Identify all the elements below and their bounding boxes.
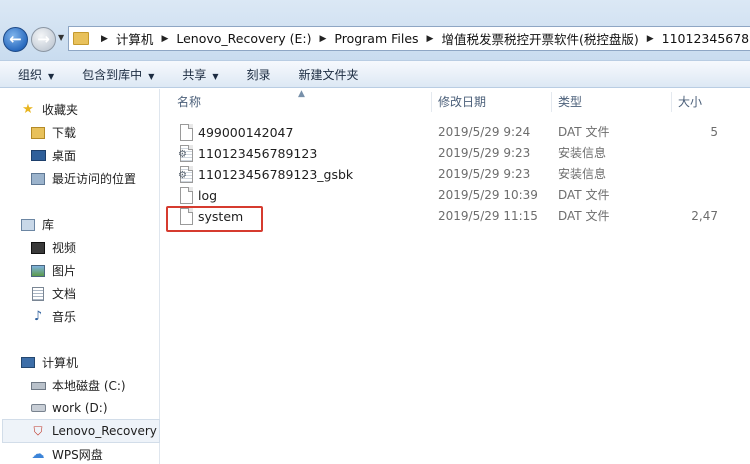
- picture-icon: [30, 263, 46, 279]
- cloud-icon: ☁: [31, 447, 45, 462]
- file-name: 110123456789123_gsbk: [198, 167, 354, 182]
- organize-button[interactable]: 组织 ▼: [18, 66, 54, 83]
- sidebar-item-pictures[interactable]: 图片: [30, 262, 76, 279]
- breadcrumb-current-folder[interactable]: 110123456789123: [662, 31, 750, 46]
- file-size: 2,47: [691, 209, 718, 223]
- document-icon: [30, 286, 46, 302]
- file-type: DAT 文件: [558, 125, 610, 139]
- chevron-right-icon[interactable]: ▶: [647, 34, 654, 44]
- file-size: [678, 164, 718, 185]
- downloads-folder-icon: [30, 125, 46, 141]
- sidebar-item-downloads[interactable]: 下载: [30, 124, 76, 141]
- music-note-icon: ♪: [33, 309, 43, 324]
- caret-down-icon: ▼: [212, 71, 219, 81]
- file-date: 2019/5/29 10:39: [438, 188, 538, 202]
- chevron-right-icon[interactable]: ▶: [161, 34, 168, 44]
- recent-pages-dropdown[interactable]: ▼: [58, 33, 64, 42]
- column-divider[interactable]: [431, 92, 432, 112]
- highlight-annotation-box: [166, 206, 263, 232]
- sidebar-item-videos[interactable]: 视频: [30, 239, 76, 256]
- chevron-right-icon[interactable]: ▶: [319, 34, 326, 44]
- chevron-right-icon[interactable]: ▶: [101, 34, 108, 44]
- libraries-icon: [20, 217, 36, 233]
- forward-button[interactable]: →: [31, 27, 56, 52]
- computer-icon: [20, 355, 36, 371]
- file-row[interactable]: 110123456789123 2019/5/29 9:23 安装信息: [161, 143, 750, 164]
- file-size: 5: [710, 125, 718, 139]
- navigation-pane: ★ 收藏夹 下载 桌面 最近访问的位置 库 视频 图片 文档 ♪ 音乐 计算机 …: [0, 89, 165, 464]
- file-type: DAT 文件: [558, 209, 610, 223]
- file-row[interactable]: log 2019/5/29 10:39 DAT 文件: [161, 185, 750, 206]
- desktop-icon: [30, 148, 46, 164]
- column-header-date[interactable]: 修改日期: [438, 89, 486, 115]
- sidebar-item-favorites[interactable]: ★ 收藏夹: [20, 101, 78, 118]
- file-date: 2019/5/29 9:23: [438, 167, 531, 181]
- recent-places-icon: [30, 171, 46, 187]
- file-size: [678, 143, 718, 164]
- chevron-right-icon[interactable]: ▶: [427, 34, 434, 44]
- column-header-name[interactable]: 名称: [177, 89, 201, 115]
- hard-drive-icon: [30, 400, 46, 416]
- sidebar-item-recent-places[interactable]: 最近访问的位置: [30, 170, 136, 187]
- share-button[interactable]: 共享 ▼: [182, 66, 218, 83]
- sidebar-item-libraries[interactable]: 库: [20, 216, 54, 233]
- file-type: DAT 文件: [558, 188, 610, 202]
- breadcrumb-computer[interactable]: 计算机: [116, 29, 154, 48]
- arrow-right-icon: →: [37, 30, 50, 48]
- sidebar-item-wps-cloud[interactable]: ☁ WPS网盘: [30, 446, 103, 463]
- breadcrumb-tax-software[interactable]: 增值税发票税控开票软件(税控盘版): [441, 29, 638, 48]
- sidebar-item-music[interactable]: ♪ 音乐: [30, 308, 76, 325]
- back-button[interactable]: ←: [3, 27, 28, 52]
- star-icon: ★: [22, 102, 34, 117]
- sidebar-item-drive-e[interactable]: ⛉ Lenovo_Recovery (: [30, 423, 165, 439]
- sidebar-item-drive-c[interactable]: 本地磁盘 (C:): [30, 377, 126, 394]
- sidebar-item-desktop[interactable]: 桌面: [30, 147, 76, 164]
- column-header-size[interactable]: 大小: [678, 89, 702, 115]
- sort-ascending-icon: ▲: [298, 89, 305, 99]
- arrow-left-icon: ←: [9, 30, 22, 48]
- system-drive-icon: [30, 378, 46, 394]
- new-folder-button[interactable]: 新建文件夹: [299, 66, 359, 83]
- file-type: 安装信息: [558, 146, 607, 160]
- config-file-icon: [178, 166, 193, 183]
- file-date: 2019/5/29 9:24: [438, 125, 531, 139]
- command-toolbar: 组织 ▼ 包含到库中 ▼ 共享 ▼ 刻录 新建文件夹: [0, 60, 750, 88]
- file-icon: [180, 124, 193, 141]
- file-icon: [180, 187, 193, 204]
- folder-icon: [73, 32, 89, 45]
- video-icon: [30, 240, 46, 256]
- column-divider[interactable]: [551, 92, 552, 112]
- config-file-icon: [178, 145, 193, 162]
- burn-button[interactable]: 刻录: [247, 66, 271, 83]
- caret-down-icon: ▼: [148, 71, 155, 81]
- file-type: 安装信息: [558, 167, 607, 181]
- caret-down-icon: ▼: [48, 71, 55, 81]
- column-header-type[interactable]: 类型: [558, 89, 582, 115]
- breadcrumb-drive-e[interactable]: Lenovo_Recovery (E:): [176, 31, 311, 46]
- breadcrumb-program-files[interactable]: Program Files: [334, 31, 418, 46]
- include-in-library-button[interactable]: 包含到库中 ▼: [82, 66, 154, 83]
- file-size: [678, 185, 718, 206]
- file-date: 2019/5/29 11:15: [438, 209, 538, 223]
- file-list-pane: ▲ 名称 修改日期 类型 大小 499000142047 2019/5/29 9…: [161, 89, 750, 464]
- file-name: 110123456789123: [198, 146, 318, 161]
- file-name: log: [198, 188, 218, 203]
- column-divider[interactable]: [671, 92, 672, 112]
- file-row[interactable]: 499000142047 2019/5/29 9:24 DAT 文件 5: [161, 122, 750, 143]
- sidebar-item-computer[interactable]: 计算机: [20, 354, 78, 371]
- file-row[interactable]: 110123456789123_gsbk 2019/5/29 9:23 安装信息: [161, 164, 750, 185]
- breadcrumb[interactable]: ▶ 计算机 ▶ Lenovo_Recovery (E:) ▶ Program F…: [68, 26, 750, 51]
- file-name: 499000142047: [198, 125, 294, 140]
- address-area: ← → ▼ ▶ 计算机 ▶ Lenovo_Recovery (E:) ▶ Pro…: [0, 0, 750, 60]
- recovery-drive-icon: ⛉: [33, 423, 43, 438]
- sidebar-item-drive-d[interactable]: work (D:): [30, 400, 108, 416]
- file-date: 2019/5/29 9:23: [438, 146, 531, 160]
- sidebar-item-documents[interactable]: 文档: [30, 285, 76, 302]
